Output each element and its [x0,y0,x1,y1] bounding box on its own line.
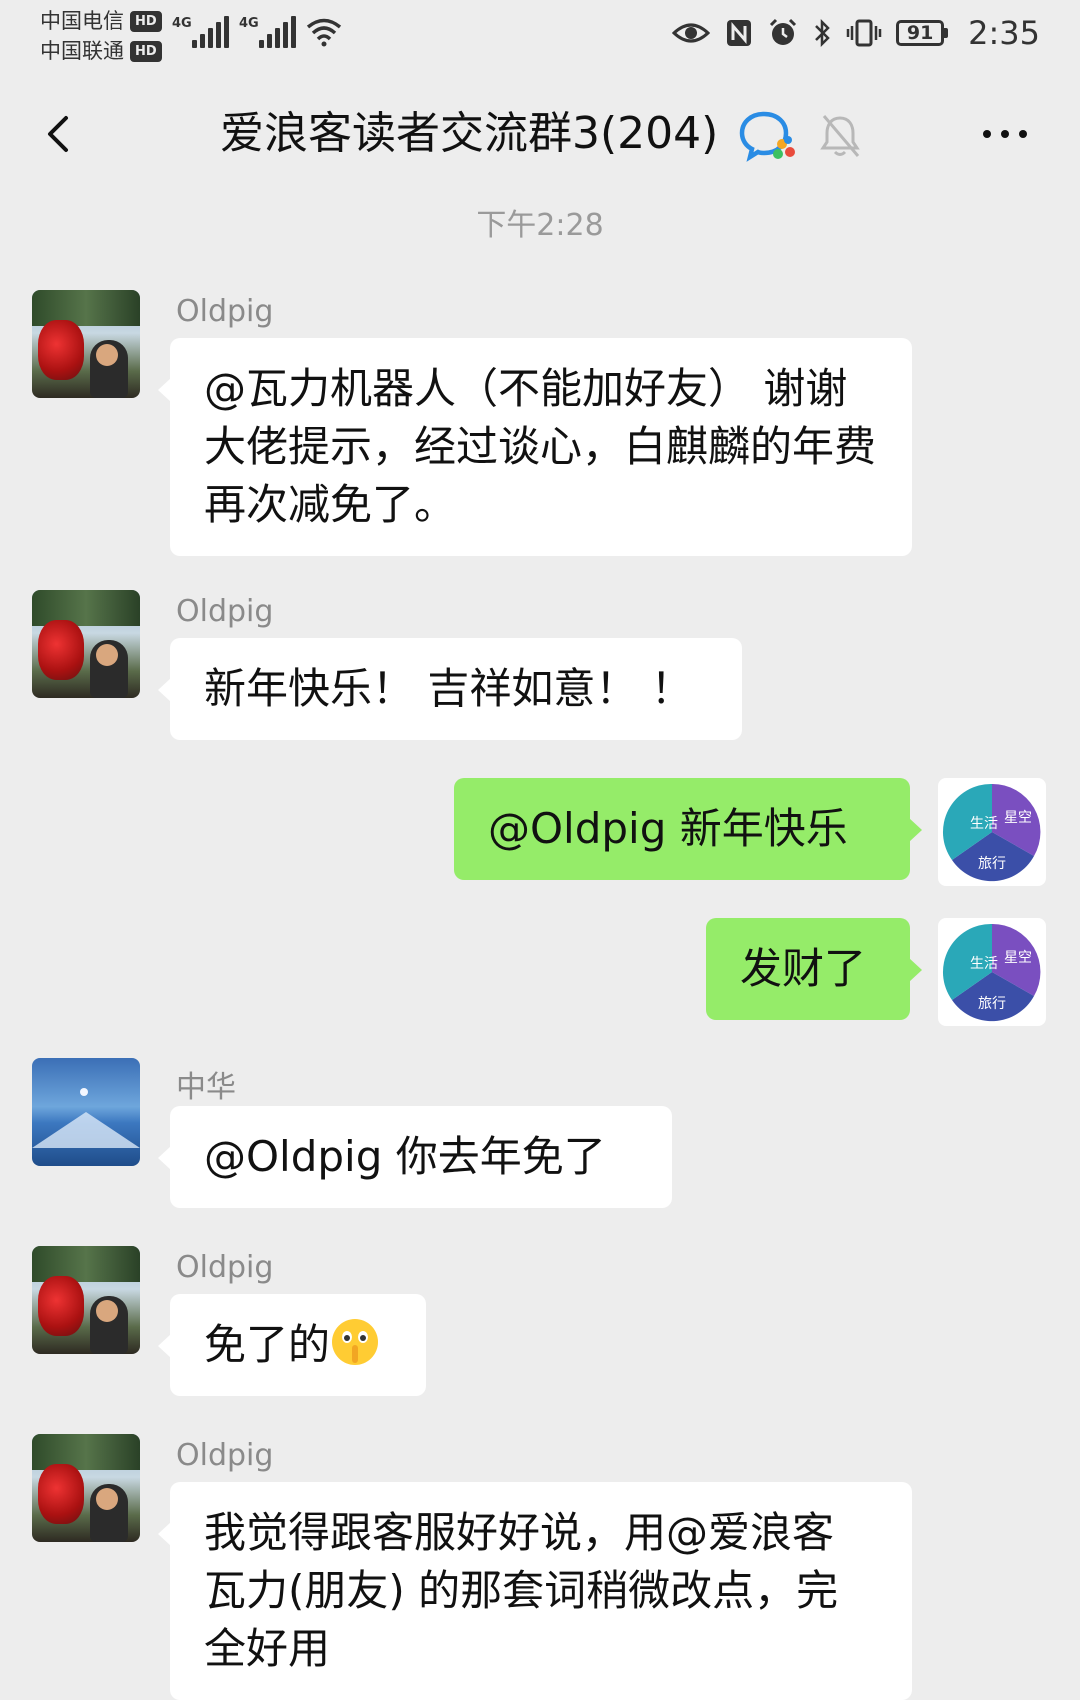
avatar-label-life: 生活 [970,956,998,972]
message-item: 生活 星空 旅行 @Oldpig 新年快乐 [0,778,1080,888]
avatar[interactable] [32,1246,140,1354]
message-item: 中华 @Oldpig 你去年免了 [0,1058,1080,1218]
more-dot-icon [1019,130,1027,138]
avatar[interactable] [32,290,140,398]
more-options-button[interactable] [970,104,1040,164]
chevron-left-icon [48,116,68,152]
message-item: Oldpig 我觉得跟客服好好说，用@爱浪客 瓦力(朋友) 的那套词稍微改点，完… [0,1434,1080,1700]
bluetooth-icon [812,18,832,48]
wifi-icon [306,16,342,48]
avatar-label-sky: 星空 [1004,810,1032,826]
status-time: 2:35 [968,14,1040,52]
status-bar: 中国电信 HD 中国联通 HD 4G 4G 91 2:35 [0,0,1080,72]
more-dot-icon [983,130,991,138]
eye-comfort-icon [672,18,711,48]
message-item: Oldpig 新年快乐！ 吉祥如意！ ！ [0,590,1080,750]
system-status-icons: 91 2:35 [672,14,1040,52]
hd-badge-2: HD [130,40,162,62]
message-bubble[interactable]: 免了的 [158,1294,426,1396]
signal-indicators: 4G 4G [172,16,342,48]
avatar[interactable] [32,590,140,698]
avatar[interactable] [32,1058,140,1166]
chat-header: 爱浪客读者交流群3(204) [0,84,1080,184]
avatar-label-travel: 旅行 [978,856,1006,872]
carrier-2-label: 中国联通 [40,39,124,63]
hd-badge-1: HD [130,10,162,32]
message-bubble[interactable]: @Oldpig 你去年免了 [158,1106,672,1208]
carrier-info: 中国电信 HD 中国联通 HD [40,6,162,66]
network-type-2: 4G [239,16,259,31]
sender-name: Oldpig [176,1438,274,1473]
alarm-icon [768,18,798,48]
chat-timestamp: 下午2:28 [476,208,604,243]
avatar-label-sky: 星空 [1004,950,1032,966]
message-bubble[interactable]: 新年快乐！ 吉祥如意！ ！ [158,638,742,740]
chat-title: 爱浪客读者交流群3(204) [220,108,719,159]
nfc-icon [724,18,754,48]
sender-name: Oldpig [176,1250,274,1285]
avatar[interactable] [32,1434,140,1542]
shush-face-emoji-icon [332,1319,379,1365]
message-text: 免了的 [204,1320,331,1369]
more-dot-icon [1001,130,1009,138]
avatar-label-travel: 旅行 [978,996,1006,1012]
pie-logo-icon: 生活 星空 旅行 [942,783,1041,882]
network-type-1: 4G [172,16,192,31]
avatar[interactable]: 生活 星空 旅行 [938,778,1046,886]
sender-name: Oldpig [176,594,274,629]
message-item: Oldpig @瓦力机器人（不能加好友） 谢谢大佬提示，经过谈心，白麒麟的年费再… [0,290,1080,560]
avatar-label-life: 生活 [970,816,998,832]
signal-2-icon: 4G [239,16,296,48]
battery-icon: 91 [896,20,949,46]
battery-level: 91 [896,20,945,46]
pie-logo-icon: 生活 星空 旅行 [942,923,1041,1022]
wecom-group-icon [738,108,798,164]
avatar[interactable]: 生活 星空 旅行 [938,918,1046,1026]
signal-1-icon: 4G [172,16,229,48]
message-bubble[interactable]: @瓦力机器人（不能加好友） 谢谢大佬提示，经过谈心，白麒麟的年费再次减免了。 [158,338,912,556]
sender-name: Oldpig [176,294,274,329]
message-bubble[interactable]: 我觉得跟客服好好说，用@爱浪客 瓦力(朋友) 的那套词稍微改点，完全好用 [158,1482,912,1700]
back-button[interactable] [30,104,90,164]
message-bubble[interactable]: @Oldpig 新年快乐 [454,778,922,880]
message-item: Oldpig 免了的 [0,1246,1080,1406]
message-item: 生活 星空 旅行 发财了 [0,918,1080,1028]
sender-name: 中华 [176,1070,236,1105]
muted-bell-icon [818,112,862,160]
vibrate-icon [846,18,882,48]
message-bubble[interactable]: 发财了 [706,918,922,1020]
carrier-1-label: 中国电信 [40,9,124,33]
